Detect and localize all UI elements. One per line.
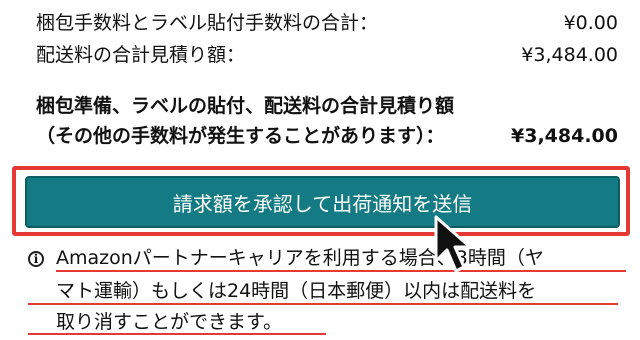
total-estimate-value: ¥3,484.00 — [511, 125, 618, 147]
shipping-fee-label: 配送料の合計見積り額： — [36, 44, 246, 66]
annotation-underline — [28, 303, 618, 305]
total-estimate-label-line2: （その他の手数料が発生することがあります）： — [36, 125, 445, 147]
carrier-notice-line2: マト運輸）もしくは24時間（日本郵便）以内は配送料を — [56, 280, 537, 302]
mouse-pointer-icon — [434, 215, 472, 273]
packing-fee-label: 梱包手数料とラベル貼付手数料の合計： — [36, 12, 379, 34]
total-estimate-label: 梱包準備、ラベルの貼付、配送料の合計見積り額 （その他の手数料が発生することがあ… — [36, 91, 454, 151]
shipping-fee-value: ¥3,484.00 — [521, 44, 618, 66]
total-estimate-label-line1: 梱包準備、ラベルの貼付、配送料の合計見積り額 — [36, 95, 455, 117]
packing-fee-value: ¥0.00 — [563, 12, 618, 34]
annotation-underline — [28, 333, 326, 335]
info-icon: i — [28, 251, 44, 267]
shipping-fee-row: 配送料の合計見積り額： ¥3,484.00 — [36, 40, 618, 67]
annotation-underline — [56, 270, 626, 272]
packing-fee-row: 梱包手数料とラベル貼付手数料の合計： ¥0.00 — [36, 8, 618, 35]
approve-and-send-button[interactable]: 請求額を承認して出荷通知を送信 — [25, 176, 620, 228]
carrier-notice-line3: 取り消すことができます。 — [56, 311, 283, 333]
